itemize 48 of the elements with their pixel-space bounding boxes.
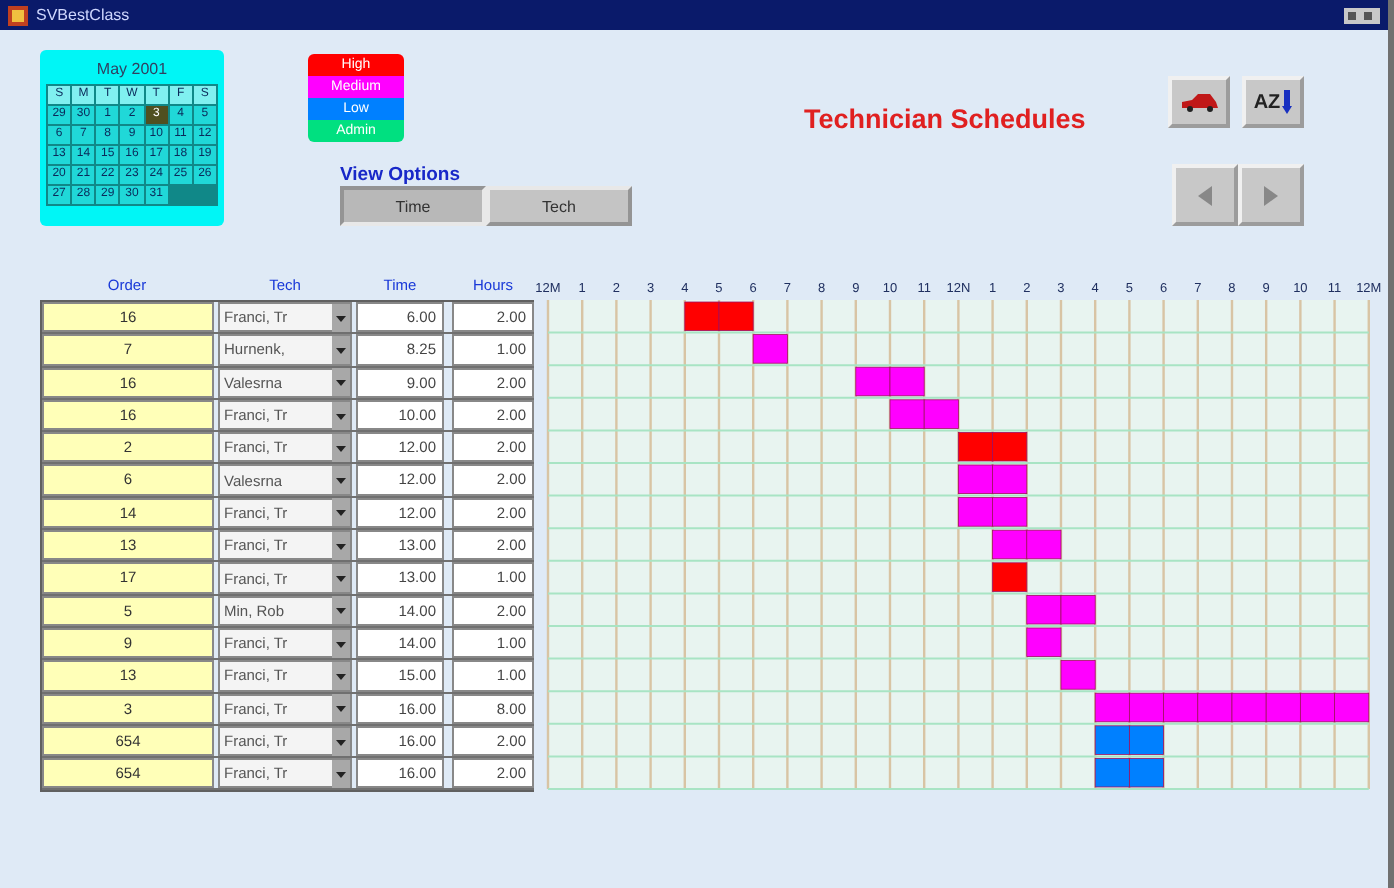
schedule-block[interactable]	[889, 399, 925, 429]
sort-button[interactable]: AZ	[1242, 76, 1304, 128]
schedule-block[interactable]	[1334, 692, 1370, 723]
schedule-block[interactable]	[992, 464, 1028, 494]
triangle-right-icon	[1264, 185, 1278, 205]
view-button[interactable]: Time	[340, 186, 486, 226]
schedule-block[interactable]	[1026, 529, 1062, 560]
triangle-left-icon	[1198, 185, 1212, 205]
schedule-block[interactable]	[958, 497, 993, 527]
schedule-block[interactable]	[992, 562, 1028, 592]
window-controls-icon[interactable]	[1344, 7, 1380, 23]
car-icon	[1179, 93, 1219, 111]
view-options-label: View Options	[340, 164, 463, 186]
schedule-block[interactable]	[855, 366, 891, 397]
schedule-block[interactable]	[889, 366, 925, 397]
window-title: SVBestClass	[36, 6, 130, 24]
schedule-block[interactable]	[752, 334, 788, 364]
arrow-down-icon	[1282, 90, 1293, 114]
schedule-block[interactable]	[684, 301, 720, 331]
schedule-block[interactable]	[1026, 627, 1062, 657]
schedule-block[interactable]	[1026, 595, 1062, 625]
schedule-block[interactable]	[1163, 692, 1199, 723]
schedule-block[interactable]	[1129, 725, 1164, 755]
page-title: Technician Schedules	[804, 104, 1086, 138]
app-icon	[8, 5, 28, 25]
schedule-block[interactable]	[1231, 692, 1267, 723]
schedule-block[interactable]	[992, 497, 1028, 527]
schedule-block[interactable]	[1197, 692, 1233, 723]
schedule-block[interactable]	[958, 464, 993, 494]
schedule-block[interactable]	[1094, 725, 1130, 755]
schedule-block[interactable]	[958, 432, 993, 462]
schedule-block[interactable]	[1129, 758, 1164, 788]
schedule-block[interactable]	[1129, 692, 1164, 723]
view-button[interactable]: Tech	[486, 186, 632, 226]
car-button[interactable]	[1168, 76, 1230, 128]
schedule-block[interactable]	[992, 529, 1028, 560]
schedule-block[interactable]	[1265, 692, 1301, 723]
schedule-block[interactable]	[1094, 692, 1130, 723]
calendar-month: May 2001	[94, 60, 170, 78]
next-button[interactable]	[1238, 164, 1304, 226]
schedule-block[interactable]	[1060, 660, 1096, 690]
schedule-block[interactable]	[718, 301, 754, 331]
schedule-block[interactable]	[1300, 692, 1335, 723]
schedule-block[interactable]	[1094, 758, 1130, 788]
schedule-block[interactable]	[1060, 595, 1096, 625]
schedule-block[interactable]	[992, 432, 1028, 462]
schedule-block[interactable]	[923, 399, 959, 429]
previous-button[interactable]	[1172, 164, 1238, 226]
